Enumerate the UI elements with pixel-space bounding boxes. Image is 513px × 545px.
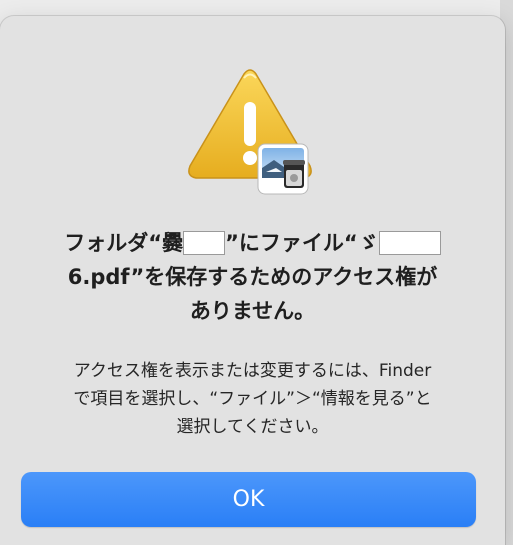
alert-message-line-3: 選択してください。	[176, 417, 329, 437]
alert-message-line-1: アクセス権を表示または変更するには、Finder	[73, 361, 432, 381]
redacted-folder-name	[183, 231, 226, 255]
preview-app-icon	[257, 143, 309, 195]
alert-title-line-2: 6.pdf”を保存するためのアクセス権が	[67, 265, 438, 289]
alert-message: アクセス権を表示または変更するには、Finder で項目を選択し、“ファイル”＞…	[20, 357, 485, 441]
warning-icon	[188, 69, 312, 195]
ok-button[interactable]: OK	[21, 472, 476, 527]
alert-title-line-3: ありません。	[189, 299, 316, 323]
alert-dialog: フォルダ“爨 ”にファイル“ゞ 6.pdf”を保存するためのアクセス権が ありませ…	[0, 16, 505, 545]
alert-message-line-2: で項目を選択し、“ファイル”＞“情報を見る”と	[73, 389, 432, 409]
title-text-folder-prefix: フォルダ“爨	[64, 231, 184, 255]
alert-title-line-1: フォルダ“爨 ”にファイル“ゞ	[20, 226, 485, 260]
alert-icon	[186, 68, 314, 196]
title-text-file-prefix: ”にファイル“ゞ	[225, 231, 379, 255]
redacted-file-name	[378, 231, 441, 255]
alert-title: フォルダ“爨 ”にファイル“ゞ 6.pdf”を保存するためのアクセス権が ありませ…	[20, 226, 485, 328]
